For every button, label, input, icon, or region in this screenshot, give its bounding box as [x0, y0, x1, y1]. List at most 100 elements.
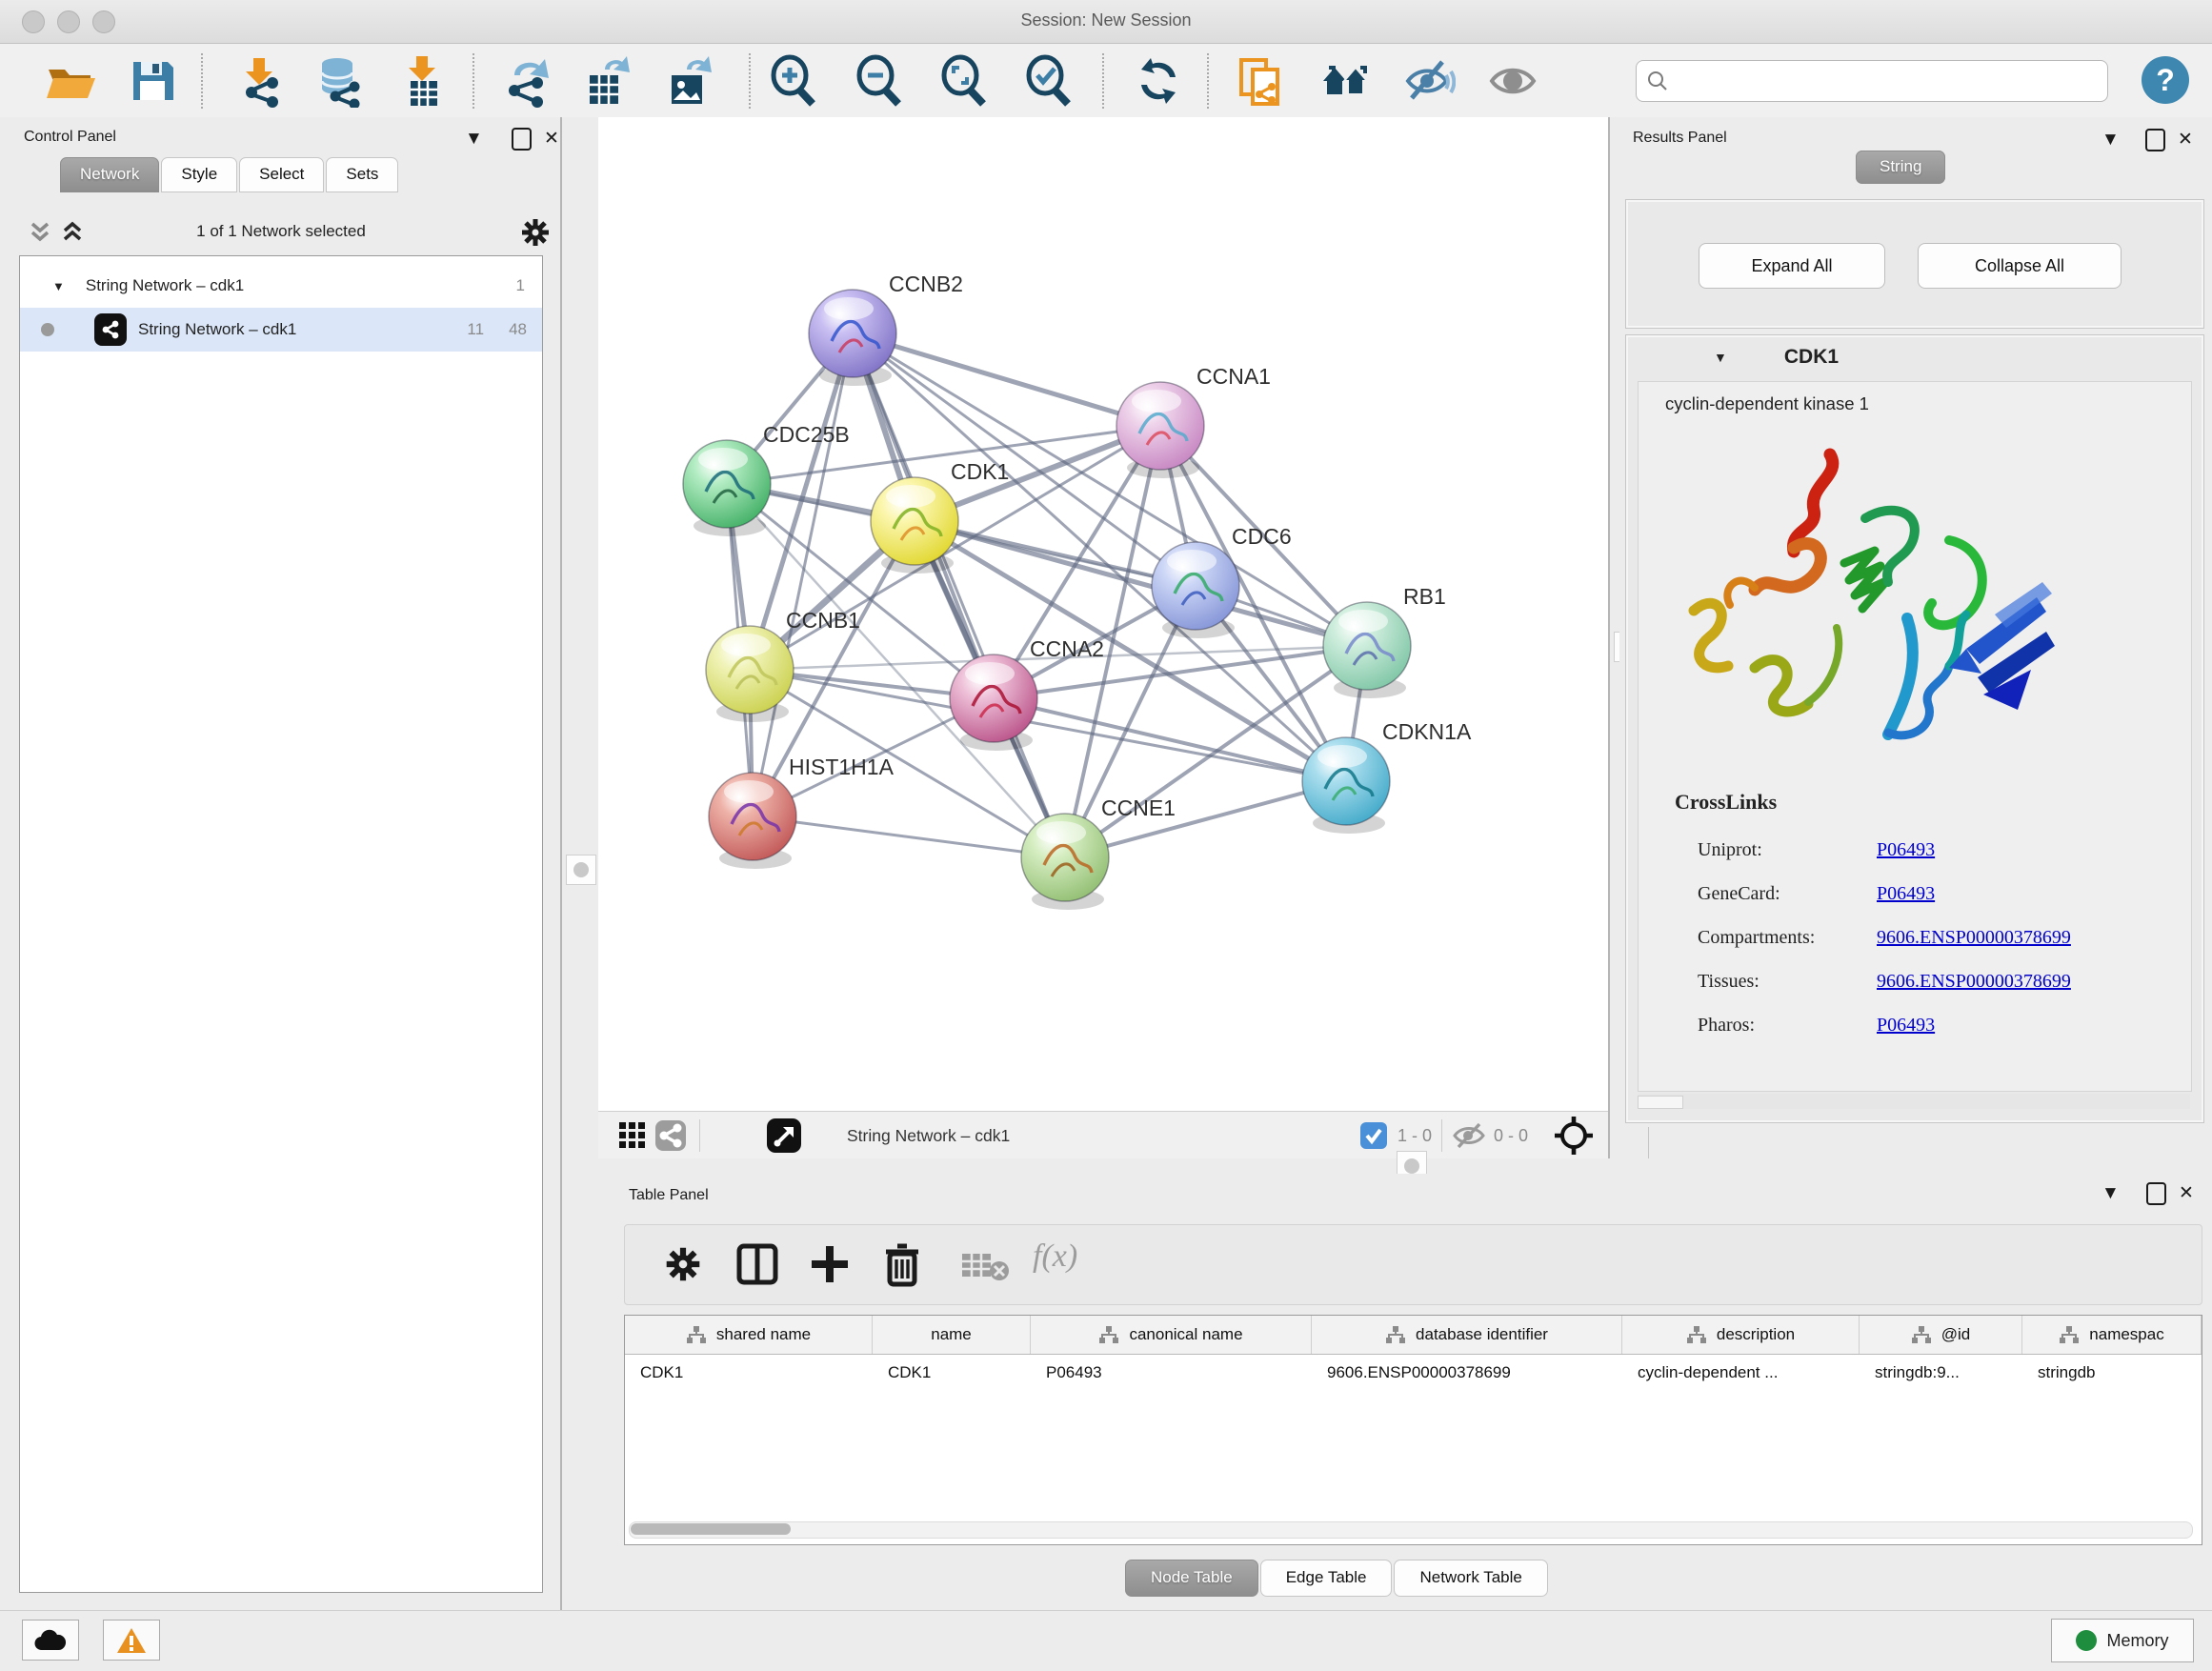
tab-edge-table[interactable]: Edge Table: [1260, 1560, 1393, 1597]
hide-eye-icon[interactable]: [1402, 54, 1456, 108]
crosslink-value[interactable]: P06493: [1877, 1015, 1935, 1036]
column-header--id[interactable]: @id: [1860, 1316, 2022, 1354]
splitter-handle[interactable]: [566, 855, 596, 885]
help-button[interactable]: ?: [2142, 56, 2189, 104]
results-panel-close-icon[interactable]: ✕: [2178, 129, 2193, 151]
cloud-button[interactable]: [22, 1620, 79, 1661]
column-header-shared-name[interactable]: shared name: [625, 1316, 873, 1354]
horizontal-splitter[interactable]: [598, 1158, 2212, 1174]
section-expander-triangle-icon[interactable]: ▼: [1714, 350, 1727, 365]
crosslink-value[interactable]: 9606.ENSP00000378699: [1877, 971, 2071, 992]
network-row-selected[interactable]: String Network – cdk1 11 48: [20, 308, 542, 352]
column-header-canonical-name[interactable]: canonical name: [1031, 1316, 1312, 1354]
refresh-icon[interactable]: [1132, 54, 1185, 108]
column-tree-icon: [1098, 1325, 1119, 1344]
import-table-icon[interactable]: [395, 54, 449, 108]
results-panel-tab-string[interactable]: String: [1856, 157, 1945, 176]
title-bar: Session: New Session: [0, 0, 2212, 44]
network-node-ccnb2[interactable]: CCNB2: [809, 272, 963, 386]
show-eye-icon[interactable]: [1486, 54, 1539, 108]
column-header-database-identifier[interactable]: database identifier: [1312, 1316, 1622, 1354]
crosslink-value[interactable]: P06493: [1877, 839, 1935, 860]
cell-shared-name[interactable]: CDK1: [625, 1363, 873, 1382]
split-columns-icon[interactable]: [735, 1242, 779, 1286]
function-builder-icon: f(x): [1033, 1238, 1077, 1275]
save-session-icon[interactable]: [126, 54, 179, 108]
table-panel-close-icon[interactable]: ✕: [2179, 1182, 2194, 1204]
zoom-in-icon[interactable]: [767, 54, 820, 108]
selected-checkbox-icon[interactable]: [1359, 1121, 1388, 1150]
crosslink-value[interactable]: 9606.ENSP00000378699: [1877, 927, 2071, 948]
control-panel-float-button[interactable]: [512, 128, 532, 151]
crosslink-value[interactable]: P06493: [1877, 883, 1935, 904]
tab-select[interactable]: Select: [239, 157, 324, 192]
export-image-icon[interactable]: [662, 54, 715, 108]
export-network-icon[interactable]: [501, 54, 554, 108]
control-panel-close-icon[interactable]: ✕: [544, 128, 559, 150]
expand-all-button[interactable]: Expand All: [1699, 243, 1885, 289]
import-database-icon[interactable]: [312, 54, 366, 108]
network-graph[interactable]: CCNB2CCNA1CDC25BCDK1CDC6RB1CCNB1CCNA2CDK…: [598, 117, 1608, 1111]
results-panel-float-button[interactable]: [2145, 129, 2165, 151]
tab-network[interactable]: Network: [60, 157, 159, 192]
zoom-fit-icon[interactable]: [937, 54, 991, 108]
add-column-icon[interactable]: [808, 1242, 852, 1286]
cell--id[interactable]: stringdb:9...: [1860, 1363, 2022, 1382]
clone-network-icon[interactable]: [1234, 54, 1287, 108]
collapse-all-chevron-icon[interactable]: [27, 220, 53, 245]
table-panel-menu-icon[interactable]: ▼: [2101, 1183, 2120, 1204]
network-share-view-icon[interactable]: [652, 1117, 690, 1154]
grid-view-icon[interactable]: [613, 1117, 652, 1154]
table-horizontal-scrollbar[interactable]: [629, 1521, 2193, 1539]
collapse-all-button[interactable]: Collapse All: [1918, 243, 2122, 289]
zoom-selected-icon[interactable]: [1022, 54, 1076, 108]
network-node-cdkn1a[interactable]: CDKN1A: [1302, 719, 1472, 834]
table-gear-icon[interactable]: [663, 1244, 703, 1284]
results-horizontal-scrollbar[interactable]: [1638, 1094, 2190, 1109]
column-header-namespac[interactable]: namespac: [2022, 1316, 2202, 1354]
column-header-description[interactable]: description: [1622, 1316, 1860, 1354]
tab-style[interactable]: Style: [161, 157, 237, 192]
network-node-hist1h1a[interactable]: HIST1H1A: [709, 755, 895, 869]
cell-namespac[interactable]: stringdb: [2022, 1363, 2202, 1382]
left-panel-splitter[interactable]: [560, 117, 601, 1610]
gear-icon[interactable]: [519, 216, 552, 249]
tab-network-table[interactable]: Network Table: [1394, 1560, 1547, 1597]
import-network-icon[interactable]: [232, 54, 286, 108]
cell-canonical-name[interactable]: P06493: [1031, 1363, 1312, 1382]
table-data-row[interactable]: CDK1CDK1P064939606.ENSP00000378699cyclin…: [625, 1355, 2202, 1391]
zoom-out-icon[interactable]: [853, 54, 906, 108]
cell-description[interactable]: cyclin-dependent ...: [1622, 1363, 1860, 1382]
export-table-icon[interactable]: [580, 54, 633, 108]
network-edge[interactable]: [853, 333, 1160, 426]
column-header-name[interactable]: name: [873, 1316, 1031, 1354]
tab-node-table[interactable]: Node Table: [1125, 1560, 1258, 1597]
network-node-cdc25b[interactable]: CDC25B: [683, 422, 850, 536]
network-canvas[interactable]: CCNB2CCNA1CDC25BCDK1CDC6RB1CCNB1CCNA2CDK…: [598, 117, 1608, 1111]
home-networks-icon[interactable]: [1319, 54, 1373, 108]
expander-triangle-icon[interactable]: ▼: [52, 279, 65, 293]
results-panel-menu-icon[interactable]: ▼: [2101, 130, 2120, 151]
fit-selected-crosshair-icon[interactable]: [1553, 1115, 1595, 1157]
cell-name[interactable]: CDK1: [873, 1363, 1031, 1382]
tab-sets[interactable]: Sets: [326, 157, 398, 192]
cell-database-identifier[interactable]: 9606.ENSP00000378699: [1312, 1363, 1622, 1382]
network-edge[interactable]: [915, 521, 1367, 646]
network-node-rb1[interactable]: RB1: [1323, 584, 1446, 698]
memory-button[interactable]: Memory: [2051, 1619, 2194, 1662]
scrollbar-thumb[interactable]: [1638, 1096, 1683, 1109]
network-collection-row[interactable]: ▼ String Network – cdk1 1: [20, 264, 542, 308]
scrollbar-thumb[interactable]: [631, 1523, 791, 1535]
gene-section-header[interactable]: ▼ CDK1: [1626, 335, 2203, 379]
control-panel-menu-icon[interactable]: ▼: [465, 129, 483, 150]
warning-button[interactable]: [103, 1620, 160, 1661]
network-edge[interactable]: [753, 816, 1065, 857]
network-node-cdk1[interactable]: CDK1: [871, 459, 1009, 574]
delete-column-trash-icon[interactable]: [880, 1240, 924, 1288]
open-session-icon[interactable]: [43, 54, 96, 108]
search-input[interactable]: [1669, 70, 2092, 91]
network-edge[interactable]: [753, 333, 853, 816]
birdseye-view-icon[interactable]: [765, 1117, 803, 1154]
expand-all-chevron-icon[interactable]: [59, 220, 86, 245]
table-panel-float-button[interactable]: [2146, 1182, 2166, 1205]
